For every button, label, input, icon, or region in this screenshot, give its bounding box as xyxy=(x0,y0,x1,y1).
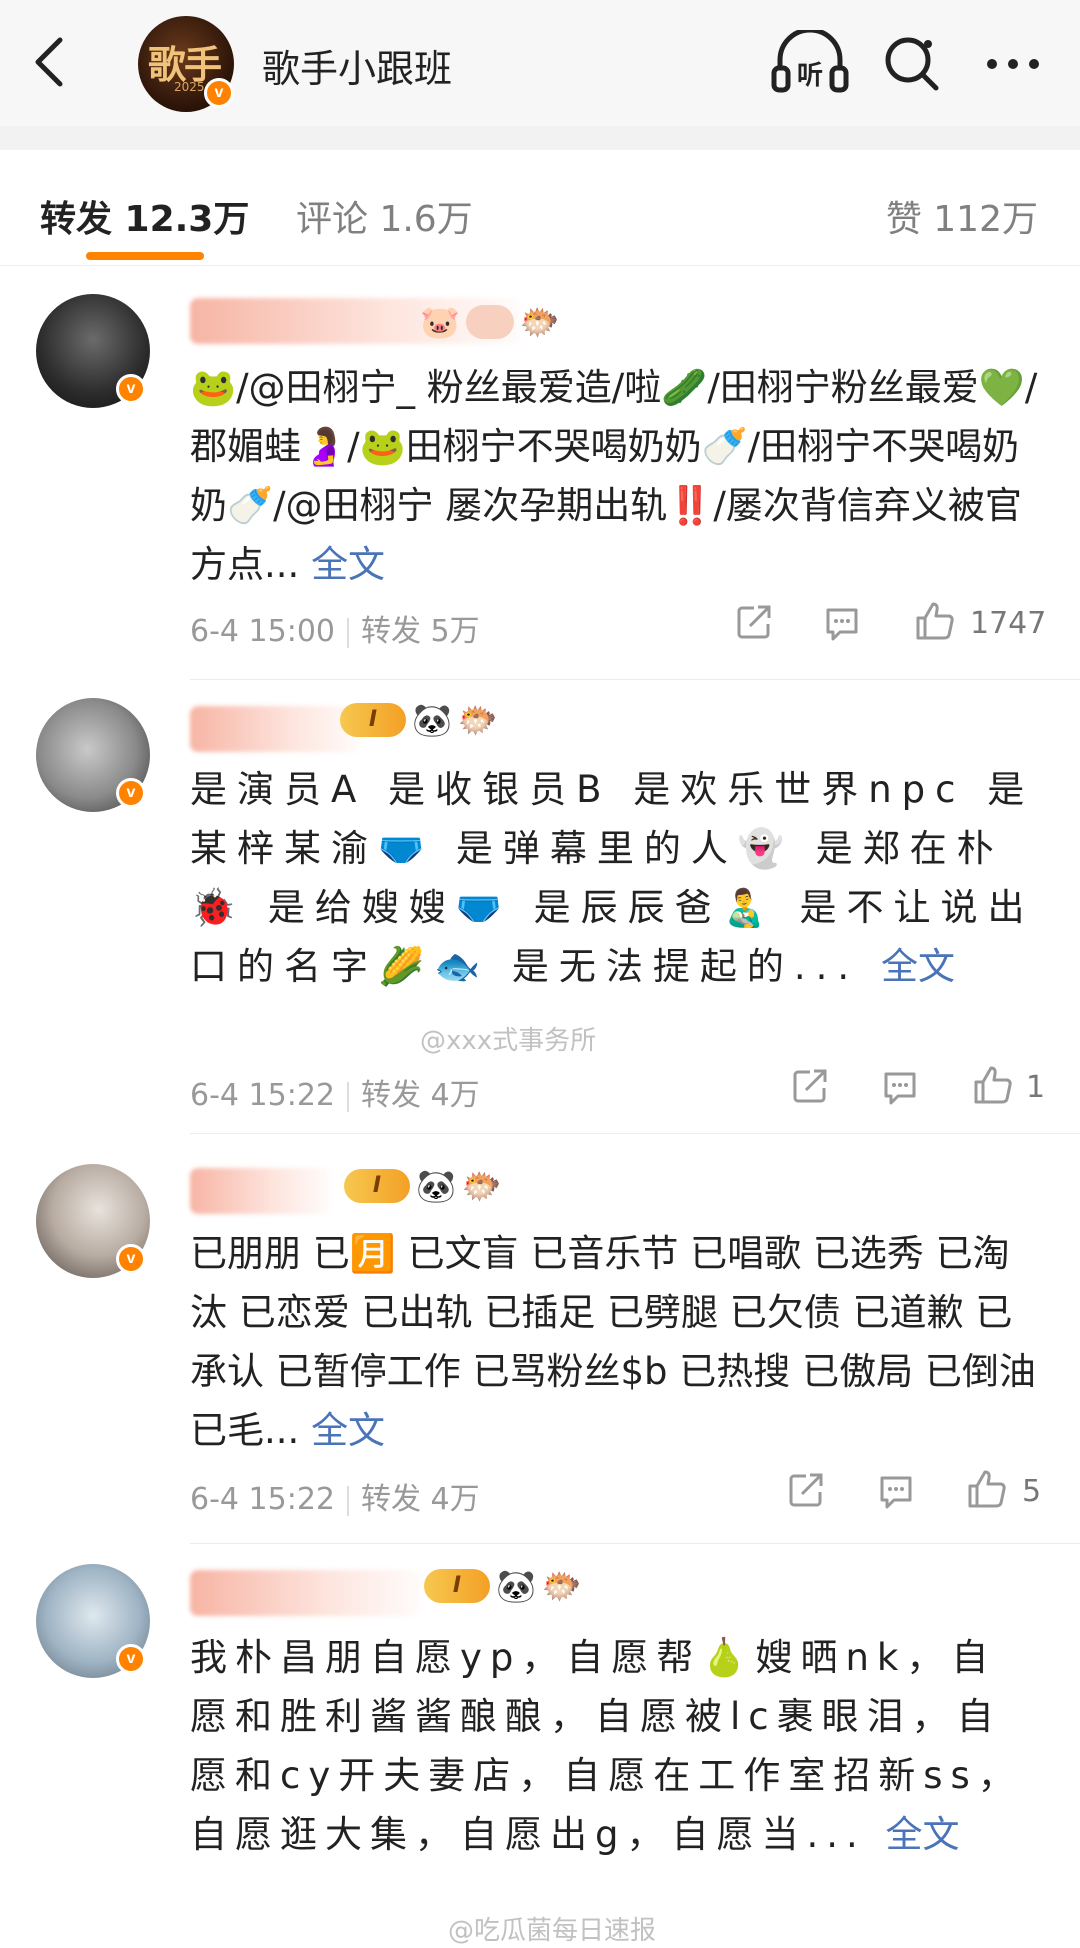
active-tab-indicator xyxy=(86,252,204,260)
listen-icon[interactable]: 听 xyxy=(770,30,850,96)
comment-icon[interactable] xyxy=(876,1472,916,1512)
read-more-link[interactable]: 全文 xyxy=(311,1409,385,1452)
share-icon[interactable] xyxy=(786,1470,826,1510)
verified-icon: v xyxy=(116,778,146,808)
repost-item[interactable]: v I 🐼 🐡 我朴昌朋自愿yp，自愿帮🍐嫂晒nk，自愿和胜利酱酱酿酿，自愿被l… xyxy=(0,1544,1080,1948)
post-text: 已朋朋 已🈷️ 已文盲 已音乐节 已唱歌 已选秀 已淘汰 已恋爱 已出轨 已插足… xyxy=(190,1224,1040,1460)
pufferfish-badge-icon: 🐡 xyxy=(457,701,498,739)
pig-badge-icon: 🐷 xyxy=(420,303,460,341)
like-icon[interactable] xyxy=(914,600,956,642)
read-more-link[interactable]: 全文 xyxy=(311,543,385,586)
read-more-link[interactable]: 全文 xyxy=(881,945,955,988)
level-badge-icon: I xyxy=(340,703,406,737)
like-icon[interactable] xyxy=(972,1064,1014,1106)
watermark: @吃瓜菌每日速报 xyxy=(448,1916,657,1946)
like-count: 5 xyxy=(1022,1474,1042,1509)
post-time: 6-4 15:22 xyxy=(190,1482,335,1517)
post-text: 我朴昌朋自愿yp，自愿帮🍐嫂晒nk，自愿和胜利酱酱酿酿，自愿被lc裹眼泪，自愿和… xyxy=(190,1628,1040,1864)
share-icon[interactable] xyxy=(790,1066,830,1106)
panda-badge-icon: 🐼 xyxy=(496,1567,536,1605)
meta-divider xyxy=(347,617,349,648)
listen-label: 听 xyxy=(797,61,823,91)
top-bar: 歌手 2025 v 歌手小跟班 听 xyxy=(0,0,1080,126)
repost-item[interactable]: v I 🐼 🐡 已朋朋 已🈷️ 已文盲 已音乐节 已唱歌 已选秀 已淘汰 已恋爱… xyxy=(0,1134,1080,1544)
user-badges: I 🐼 🐡 xyxy=(344,1166,502,1206)
like-count: 1747 xyxy=(970,606,1047,641)
tab-comment[interactable]: 评论 1.6万 xyxy=(296,190,473,242)
section-gap xyxy=(0,126,1080,150)
post-text: 🐸/@田栩宁_ 粉丝最爱造/啦🥒/田栩宁粉丝最爱💚/郡媚蛙🤰/🐸田栩宁不哭喝奶奶… xyxy=(190,358,1040,594)
verified-icon: v xyxy=(116,1644,146,1674)
user-badges: I 🐼 🐡 xyxy=(424,1566,582,1606)
user-badges: 🐷 🐡 xyxy=(420,302,560,342)
post-meta: 6-4 15:22 转发 4万 xyxy=(190,1474,480,1518)
repost-count[interactable]: 转发 5万 xyxy=(361,614,480,649)
post-text: 是演员A 是收银员B 是欢乐世界npc 是某梓某渝🩲 是弹幕里的人👻 是郑在朴🐞… xyxy=(190,760,1040,996)
username-blurred[interactable] xyxy=(190,1168,330,1214)
search-icon[interactable] xyxy=(880,30,944,96)
level-badge-icon: I xyxy=(424,1569,490,1603)
more-icon[interactable] xyxy=(984,30,1042,96)
pufferfish-badge-icon: 🐡 xyxy=(519,303,560,341)
back-icon[interactable] xyxy=(30,32,70,92)
avatar-year: 2025 xyxy=(174,80,205,94)
like-icon[interactable] xyxy=(966,1468,1008,1510)
watermark: @xxx式事务所 xyxy=(420,1026,597,1056)
repost-item[interactable]: v 🐷 🐡 🐸/@田栩宁_ 粉丝最爱造/啦🥒/田栩宁粉丝最爱💚/郡媚蛙🤰/🐸田栩… xyxy=(0,266,1080,680)
comment-icon[interactable] xyxy=(822,604,862,644)
tab-bar: 转发 12.3万 评论 1.6万 赞 112万 xyxy=(0,150,1080,266)
pufferfish-badge-icon: 🐡 xyxy=(541,1567,582,1605)
panda-badge-icon: 🐼 xyxy=(416,1167,456,1205)
username-blurred[interactable] xyxy=(190,1570,420,1616)
post-time: 6-4 15:22 xyxy=(190,1078,335,1113)
post-meta: 6-4 15:00 转发 5万 xyxy=(190,606,480,650)
repost-count[interactable]: 转发 4万 xyxy=(361,1078,480,1113)
repost-count[interactable]: 转发 4万 xyxy=(361,1482,480,1517)
comment-icon[interactable] xyxy=(880,1068,920,1108)
page-title: 歌手小跟班 xyxy=(262,47,453,91)
verified-icon: v xyxy=(116,374,146,404)
tab-repost[interactable]: 转发 12.3万 xyxy=(40,190,249,242)
pufferfish-badge-icon: 🐡 xyxy=(461,1167,502,1205)
post-time: 6-4 15:00 xyxy=(190,614,335,649)
panda-badge-icon: 🐼 xyxy=(412,701,452,739)
meta-divider xyxy=(347,1081,349,1112)
like-count: 1 xyxy=(1026,1070,1046,1105)
level-badge-icon xyxy=(465,305,514,339)
verified-icon: v xyxy=(204,78,234,108)
meta-divider xyxy=(347,1485,349,1516)
repost-item[interactable]: v I 🐼 🐡 是演员A 是收银员B 是欢乐世界npc 是某梓某渝🩲 是弹幕里的… xyxy=(0,680,1080,1134)
user-badges: I 🐼 🐡 xyxy=(340,700,498,740)
level-badge-icon: I xyxy=(344,1169,410,1203)
post-meta: 6-4 15:22 转发 4万 xyxy=(190,1070,480,1114)
verified-icon: v xyxy=(116,1244,146,1274)
username-blurred[interactable] xyxy=(190,706,360,752)
tab-like[interactable]: 赞 112万 xyxy=(886,190,1038,242)
read-more-link[interactable]: 全文 xyxy=(886,1813,960,1856)
share-icon[interactable] xyxy=(734,602,774,642)
